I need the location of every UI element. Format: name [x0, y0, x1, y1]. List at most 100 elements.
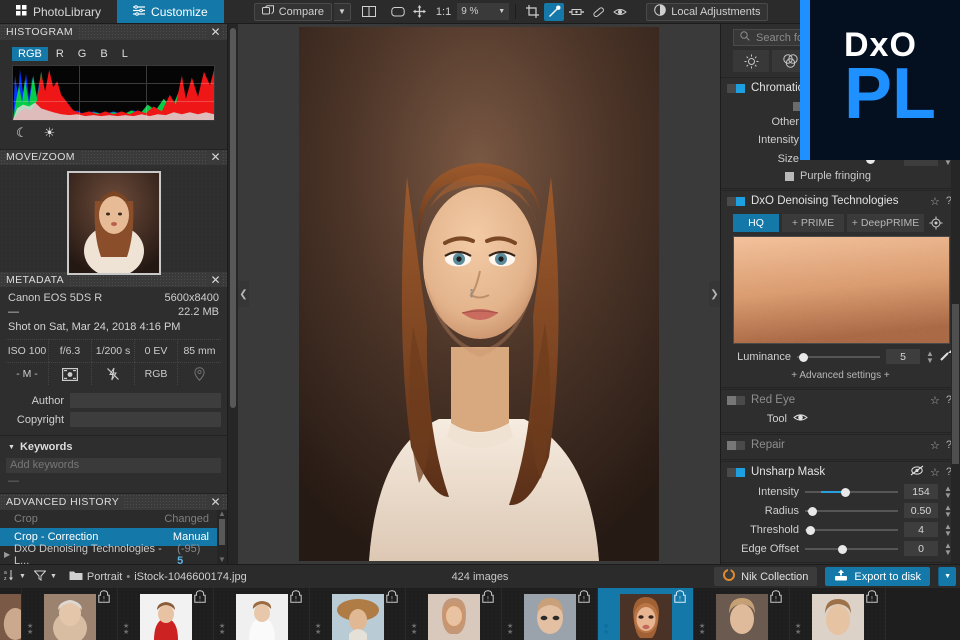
- moon-icon[interactable]: ☾: [16, 125, 28, 141]
- compare-button[interactable]: Compare: [254, 3, 332, 21]
- chromatic-toggle[interactable]: [727, 84, 745, 93]
- list-item[interactable]: ! ★★: [118, 588, 214, 640]
- list-item[interactable]: [0, 588, 22, 640]
- move-icon[interactable]: [410, 3, 430, 21]
- close-icon[interactable]: ✕: [206, 495, 221, 509]
- tab-customize[interactable]: Customize: [117, 0, 224, 23]
- redeye-toggle[interactable]: [727, 396, 745, 405]
- history-row-denoising[interactable]: ▶ DxO Denoising Technologies - L... (-95…: [0, 546, 217, 564]
- triangle-right-icon[interactable]: ▶: [4, 550, 10, 559]
- star-icon[interactable]: ★★: [795, 624, 801, 636]
- eye-icon[interactable]: [610, 3, 630, 21]
- histogram-panel-header[interactable]: HISTOGRAM ✕: [0, 24, 227, 40]
- author-field[interactable]: [70, 393, 221, 408]
- compare-dropdown[interactable]: ▼: [334, 3, 351, 21]
- unsharp-edgeoffset-value[interactable]: 0: [904, 541, 938, 556]
- mask-off-icon[interactable]: [910, 465, 924, 479]
- tab-photolibrary[interactable]: PhotoLibrary: [0, 0, 117, 23]
- tab-light[interactable]: [733, 50, 769, 72]
- unsharp-intensity-value[interactable]: 154: [904, 484, 938, 499]
- movezoom-panel-header[interactable]: MOVE/ZOOM ✕: [0, 150, 227, 166]
- copyright-field[interactable]: [70, 412, 221, 427]
- star-icon[interactable]: ☆: [930, 394, 940, 407]
- collapse-left-panel-button[interactable]: ❮: [238, 281, 249, 307]
- movezoom-panel-body[interactable]: [0, 165, 227, 272]
- keywords-header[interactable]: ▼ Keywords: [6, 438, 221, 456]
- main-photo[interactable]: [299, 27, 659, 561]
- denoising-preview[interactable]: [733, 236, 950, 344]
- list-item[interactable]: ! ★★: [22, 588, 118, 640]
- star-icon[interactable]: ★★: [219, 624, 225, 636]
- local-adjustments-button[interactable]: Local Adjustments: [646, 3, 768, 21]
- denoising-mode-deepprime[interactable]: + DeepPRIME: [847, 214, 924, 232]
- star-icon[interactable]: ★★: [27, 624, 33, 636]
- star-icon[interactable]: ★★: [699, 624, 705, 636]
- image-viewer[interactable]: ❮: [238, 24, 720, 564]
- filter-control[interactable]: ▼: [34, 570, 57, 584]
- breadcrumb[interactable]: Portrait • iStock-1046600174.jpg: [69, 570, 247, 584]
- close-icon[interactable]: ✕: [206, 25, 221, 39]
- star-icon[interactable]: ☆: [930, 195, 940, 208]
- denoising-mode-prime[interactable]: + PRIME: [782, 214, 844, 232]
- unsharp-threshold-slider[interactable]: [805, 525, 898, 535]
- filmstrip[interactable]: ! ★★ ! ★★ ! ★★ ! ★★: [0, 588, 960, 640]
- star-icon[interactable]: ★★: [411, 624, 417, 636]
- unsharp-header[interactable]: Unsharp Mask ☆ ?: [721, 462, 960, 482]
- star-icon[interactable]: ★★: [507, 624, 513, 636]
- luminance-slider[interactable]: [797, 352, 880, 362]
- keywords-input[interactable]: Add keywords: [6, 458, 221, 473]
- denoising-mode-hq[interactable]: HQ: [733, 214, 779, 232]
- histogram-channel-l[interactable]: L: [116, 47, 134, 61]
- advanced-settings-link[interactable]: + Advanced settings +: [721, 366, 960, 383]
- clone-stamp-icon[interactable]: [588, 3, 608, 21]
- histogram-channel-b[interactable]: B: [94, 47, 113, 61]
- list-item[interactable]: ! ★★: [406, 588, 502, 640]
- history-scrollbar[interactable]: ▲▼: [217, 510, 227, 564]
- export-dropdown[interactable]: ▼: [938, 567, 956, 586]
- crop-icon[interactable]: [522, 3, 542, 21]
- histogram-channel-g[interactable]: G: [72, 47, 93, 61]
- repair-toggle[interactable]: [727, 441, 745, 450]
- list-item[interactable]: ! ★★: [790, 588, 886, 640]
- unsharp-radius-value[interactable]: 0.50: [904, 503, 938, 518]
- star-icon[interactable]: ★★: [603, 624, 609, 636]
- eye-icon[interactable]: [793, 412, 808, 426]
- eyedropper-icon[interactable]: [544, 3, 564, 21]
- fit-screen-icon[interactable]: [388, 3, 408, 21]
- left-panel-scrollbar[interactable]: [228, 24, 238, 564]
- movezoom-thumbnail[interactable]: [67, 171, 161, 275]
- list-item[interactable]: ! ★★: [694, 588, 790, 640]
- target-icon[interactable]: [927, 214, 945, 232]
- unsharp-threshold-value[interactable]: 4: [904, 522, 938, 537]
- list-item[interactable]: ! ★★: [310, 588, 406, 640]
- history-row-crop[interactable]: Crop Changed: [0, 510, 217, 528]
- denoising-toggle[interactable]: [727, 197, 745, 206]
- split-view-icon[interactable]: [359, 3, 379, 21]
- list-item[interactable]: ! ★★: [214, 588, 310, 640]
- horizon-icon[interactable]: [566, 3, 586, 21]
- star-icon[interactable]: ☆: [930, 466, 940, 479]
- unsharp-radius-slider[interactable]: [805, 506, 898, 516]
- star-icon[interactable]: ☆: [930, 439, 940, 452]
- purple-fringing-checkbox[interactable]: [785, 172, 794, 181]
- list-item-selected[interactable]: ! ★★: [598, 588, 694, 640]
- zoom-level-select[interactable]: 9 % ▼: [457, 3, 509, 20]
- close-icon[interactable]: ✕: [206, 273, 221, 287]
- nik-collection-button[interactable]: Nik Collection: [714, 567, 817, 586]
- history-panel-header[interactable]: ADVANCED HISTORY ✕: [0, 494, 227, 510]
- list-item[interactable]: ! ★★: [502, 588, 598, 640]
- spinner-icon[interactable]: ▲▼: [926, 350, 934, 364]
- histogram-channel-rgb[interactable]: RGB: [12, 47, 48, 61]
- unsharp-toggle[interactable]: [727, 468, 745, 477]
- star-icon[interactable]: ★★: [123, 624, 129, 636]
- star-icon[interactable]: ★★: [315, 624, 321, 636]
- repair-header[interactable]: Repair ☆ ?: [721, 435, 960, 455]
- histogram-channel-r[interactable]: R: [50, 47, 70, 61]
- sun-icon[interactable]: ☀: [44, 125, 56, 141]
- close-icon[interactable]: ✕: [206, 150, 221, 164]
- export-to-disk-button[interactable]: Export to disk: [825, 567, 930, 586]
- redeye-header[interactable]: Red Eye ☆ ?: [721, 390, 960, 410]
- denoising-header[interactable]: DxO Denoising Technologies ☆ ?: [721, 191, 960, 211]
- unsharp-edgeoffset-slider[interactable]: [805, 544, 898, 554]
- collapse-right-panel-button[interactable]: ❯: [709, 281, 720, 307]
